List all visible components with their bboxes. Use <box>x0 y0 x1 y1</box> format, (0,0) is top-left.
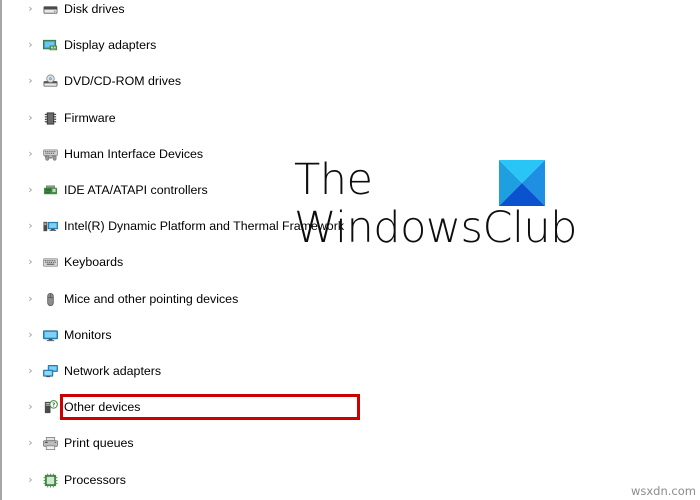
dvd-drive-icon <box>43 74 58 89</box>
tree-item[interactable]: › Print queues <box>2 434 422 452</box>
hid-icon <box>43 147 58 162</box>
windowsclub-logo: The WindowsClub <box>294 156 577 256</box>
tree-item-label: Other devices <box>64 400 141 415</box>
network-adapter-icon <box>43 364 58 379</box>
tree-item[interactable]: › ? Other devices <box>2 398 422 416</box>
other-device-icon: ? <box>43 400 58 415</box>
tree-item-label: DVD/CD-ROM drives <box>64 74 182 89</box>
chevron-right-icon[interactable]: › <box>24 0 37 18</box>
tree-item-label: Display adapters <box>64 38 157 53</box>
tree-item-label: Monitors <box>64 327 112 342</box>
tree-item[interactable]: › Keyboards <box>2 253 422 271</box>
system-device-icon <box>43 219 58 234</box>
tree-item-label: Processors <box>64 472 126 487</box>
tree-item[interactable]: › Firmware <box>2 109 422 127</box>
chevron-right-icon[interactable]: › <box>24 181 37 199</box>
svg-text:?: ? <box>52 403 55 409</box>
monitor-icon <box>43 328 58 343</box>
windowsclub-logo-mark-icon <box>499 160 545 206</box>
tree-item[interactable]: › Mice and other pointing devices <box>2 290 422 308</box>
tree-item-label: Disk drives <box>64 2 125 16</box>
tree-item-label: Network adapters <box>64 363 162 378</box>
mouse-icon <box>43 292 58 307</box>
chevron-right-icon[interactable]: › <box>24 290 37 308</box>
tree-item[interactable]: › Network adapters <box>2 362 422 380</box>
watermark-text: wsxdn.com <box>630 484 696 498</box>
tree-item-label: Mice and other pointing devices <box>64 291 239 306</box>
chevron-right-icon[interactable]: › <box>24 145 37 163</box>
chevron-right-icon[interactable]: › <box>24 109 37 127</box>
firmware-chip-icon <box>43 111 58 126</box>
tree-item-label: Firmware <box>64 110 116 125</box>
chevron-right-icon[interactable]: › <box>24 36 37 54</box>
display-adapter-icon <box>43 38 58 53</box>
logo-line-2: WindowsClub <box>294 203 577 253</box>
device-manager-window: › Disk drives › Display adapters › DVD/CD-… <box>0 0 700 500</box>
tree-item[interactable]: › Monitors <box>2 326 422 344</box>
chevron-right-icon[interactable]: › <box>24 253 37 271</box>
chevron-right-icon[interactable]: › <box>24 326 37 344</box>
chevron-right-icon[interactable]: › <box>24 217 37 235</box>
tree-item-label: Keyboards <box>64 255 124 270</box>
tree-item-label: Print queues <box>64 436 134 451</box>
processor-icon <box>43 473 58 488</box>
disk-drive-icon <box>43 2 58 17</box>
chevron-right-icon[interactable]: › <box>24 471 37 489</box>
tree-item[interactable]: › Disk drives <box>2 0 422 18</box>
ide-controller-icon <box>43 183 58 198</box>
tree-item-label: IDE ATA/ATAPI controllers <box>64 182 208 197</box>
chevron-right-icon[interactable]: › <box>24 72 37 90</box>
chevron-right-icon[interactable]: › <box>24 434 37 452</box>
chevron-right-icon[interactable]: › <box>24 362 37 380</box>
keyboard-icon <box>43 255 58 270</box>
tree-item[interactable]: › DVD/CD-ROM drives <box>2 72 422 90</box>
printer-icon <box>43 436 58 451</box>
tree-item[interactable]: › Display adapters <box>2 36 422 54</box>
tree-item[interactable]: › Processors <box>2 471 422 489</box>
tree-item-label: Human Interface Devices <box>64 146 204 161</box>
chevron-right-icon[interactable]: › <box>24 398 37 416</box>
